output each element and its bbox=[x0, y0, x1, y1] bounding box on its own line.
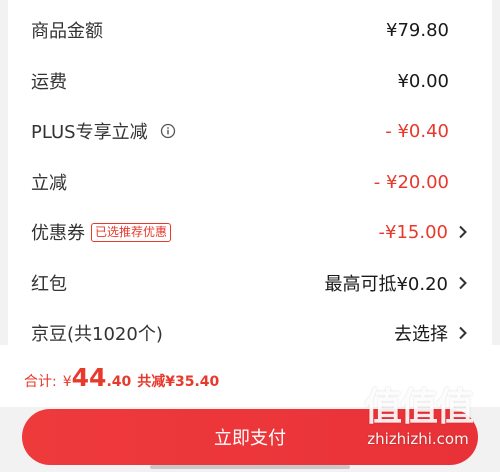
row-label-group: PLUS专享立减 bbox=[31, 118, 176, 144]
total-integer: 44 bbox=[71, 363, 107, 392]
row-red-packet[interactable]: 红包 最高可抵¥0.20 bbox=[8, 263, 492, 303]
watermark: 值值值 zhizhizhi.com bbox=[348, 385, 488, 465]
row-value: 去选择 bbox=[394, 324, 448, 345]
recommended-tag: 已选推荐优惠 bbox=[91, 222, 172, 242]
watermark-logo: 值值值 bbox=[363, 385, 474, 429]
row-value: -¥15.00 bbox=[378, 221, 448, 243]
total-decimal: .40 bbox=[106, 374, 132, 390]
currency-symbol: ¥ bbox=[62, 374, 72, 390]
row-instant-discount: 立减 - ¥20.00 bbox=[8, 162, 492, 202]
watermark-url: zhizhizhi.com bbox=[367, 430, 469, 448]
row-value: - ¥20.00 bbox=[373, 171, 449, 193]
row-plus-discount: PLUS专享立减 - ¥0.40 bbox=[8, 111, 492, 151]
row-jd-beans[interactable]: 京豆(共1020个) 去选择 bbox=[8, 313, 492, 345]
row-label: 立减 bbox=[31, 173, 67, 194]
row-label: 红包 bbox=[31, 274, 67, 295]
total-label: 合计: bbox=[24, 374, 57, 390]
row-coupon[interactable]: 优惠券 已选推荐优惠 -¥15.00 bbox=[8, 212, 492, 252]
order-details-card: 商品金额 ¥79.80 运费 ¥0.00 PLUS专享立减 - ¥0.40 立减… bbox=[8, 0, 492, 345]
chevron-right-icon[interactable] bbox=[456, 323, 470, 343]
total-amount: 合计: ¥ 44 .40 共减¥35.40 bbox=[24, 363, 219, 392]
row-goods-amount: 商品金额 ¥79.80 bbox=[8, 10, 492, 50]
row-value: 最高可抵¥0.20 bbox=[324, 274, 448, 295]
row-label: PLUS专享立减 bbox=[31, 122, 148, 143]
row-label: 京豆(共1020个) bbox=[31, 324, 163, 345]
info-icon[interactable] bbox=[160, 123, 176, 139]
row-shipping: 运费 ¥0.00 bbox=[8, 61, 492, 101]
total-reduction: 共减¥35.40 bbox=[137, 374, 220, 390]
row-label: 商品金额 bbox=[31, 21, 103, 42]
row-value: ¥0.00 bbox=[397, 70, 449, 92]
home-indicator bbox=[150, 465, 350, 469]
chevron-right-icon[interactable] bbox=[456, 222, 470, 242]
row-value: - ¥0.40 bbox=[385, 120, 449, 142]
chevron-right-icon[interactable] bbox=[456, 273, 470, 293]
row-label: 优惠券 bbox=[31, 223, 85, 244]
row-label: 运费 bbox=[31, 72, 67, 93]
row-label-group: 优惠券 已选推荐优惠 bbox=[31, 219, 172, 245]
row-value: ¥79.80 bbox=[386, 19, 449, 41]
